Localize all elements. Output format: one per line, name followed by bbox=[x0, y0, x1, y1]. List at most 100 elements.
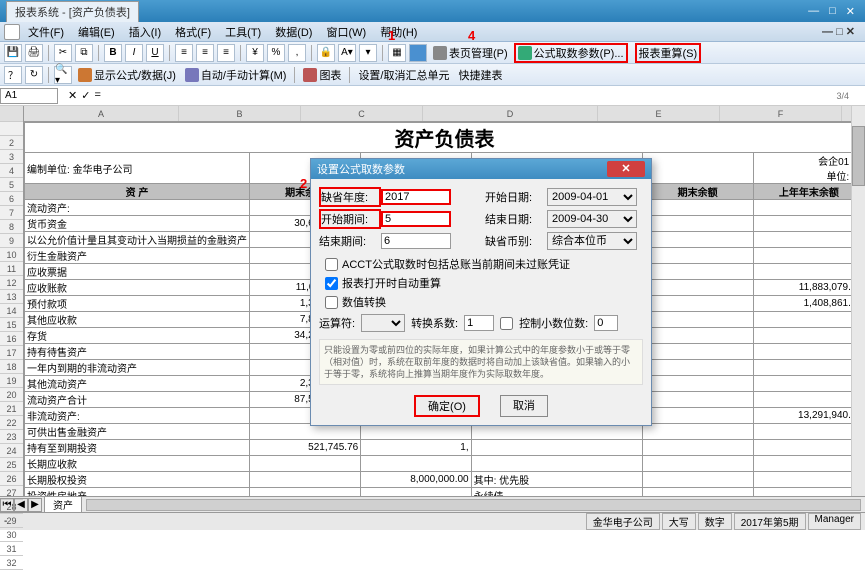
acct-checkbox[interactable] bbox=[325, 258, 338, 271]
menu-window[interactable]: 窗口(W) bbox=[320, 22, 372, 42]
toolbar-main: 💾 🖨 ✂ ⧉ B I U ≡ ≡ ≡ ¥ % , 🔒 A▾ ▾ ▦ 表页管理(… bbox=[0, 42, 865, 64]
menu-file[interactable]: 文件(F) bbox=[22, 22, 70, 42]
currency-icon[interactable]: ¥ bbox=[246, 44, 264, 62]
align-center-icon[interactable]: ≡ bbox=[196, 44, 214, 62]
window-buttons: — □ ✕ bbox=[804, 5, 859, 18]
bold-button[interactable]: B bbox=[104, 44, 122, 62]
status-num: 数字 bbox=[698, 513, 732, 530]
callout-4: 4 bbox=[468, 28, 475, 43]
status-period: 2017年第5期 bbox=[734, 513, 806, 530]
factor-input[interactable] bbox=[464, 315, 494, 331]
end-period-label: 结束期间: bbox=[319, 233, 381, 249]
dialog-close-icon[interactable]: ✕ bbox=[607, 161, 645, 177]
font-color-icon[interactable]: A▾ bbox=[338, 44, 356, 62]
menubar: 文件(F) 编辑(E) 插入(I) 格式(F) 工具(T) 数据(D) 窗口(W… bbox=[0, 22, 865, 42]
currency-label: 缺省币别: bbox=[485, 233, 547, 249]
minimize-icon[interactable]: — bbox=[804, 5, 823, 18]
window-tab[interactable]: 报表系统 - [资产负债表] bbox=[6, 1, 139, 22]
operator-select[interactable] bbox=[361, 314, 405, 332]
app-icon bbox=[4, 24, 20, 40]
close-icon[interactable]: ✕ bbox=[842, 5, 859, 18]
decimal-checkbox[interactable] bbox=[500, 317, 513, 330]
italic-button[interactable]: I bbox=[125, 44, 143, 62]
decimal-input[interactable] bbox=[594, 315, 618, 331]
row-headers: 2345678910111213141516171819202122232425… bbox=[0, 106, 24, 496]
menu-data[interactable]: 数据(D) bbox=[269, 22, 318, 42]
fx-equals-icon[interactable]: = bbox=[94, 89, 100, 102]
menu-insert[interactable]: 插入(I) bbox=[123, 22, 167, 42]
toolbar-secondary: ？ ↻ 🔍▾ 显示公式/数据(J) 自动/手动计算(M) 图表 设置/取消汇总单… bbox=[0, 64, 865, 86]
convert-checkbox[interactable] bbox=[325, 296, 338, 309]
end-period-input[interactable] bbox=[381, 233, 451, 249]
vertical-scrollbar[interactable] bbox=[851, 106, 865, 496]
tab-nav-next-icon[interactable]: ▶ bbox=[28, 498, 42, 512]
formula-toggle-icon bbox=[78, 68, 92, 82]
fx-icon bbox=[518, 46, 532, 60]
cancel-button[interactable]: 取消 bbox=[500, 395, 548, 417]
zoom-icon[interactable]: 🔍▾ bbox=[54, 66, 72, 84]
chart-button[interactable]: 图表 bbox=[300, 67, 344, 83]
confirm-edit-icon[interactable]: ✓ bbox=[81, 89, 90, 102]
dialog-hint: 只能设置为零或前四位的实际年度，如果计算公式中的年度参数小于或等于零（相对值）时… bbox=[319, 339, 643, 385]
start-date-label: 开始日期: bbox=[485, 189, 547, 205]
horizontal-scrollbar[interactable] bbox=[86, 499, 861, 511]
menu-format[interactable]: 格式(F) bbox=[169, 22, 217, 42]
currency-select[interactable]: 综合本位币 bbox=[547, 232, 637, 250]
set-cancel-button[interactable]: 设置/取消汇总单元 bbox=[355, 67, 452, 83]
fill-color-icon[interactable]: ▾ bbox=[359, 44, 377, 62]
name-box[interactable]: A1 bbox=[0, 88, 58, 104]
column-headers: A B C D E F bbox=[24, 106, 865, 122]
theme-icon[interactable] bbox=[409, 44, 427, 62]
ok-button[interactable]: 确定(O) bbox=[414, 395, 480, 417]
formula-param-dialog: 设置公式取数参数 ✕ 缺省年度: 开始期间: 结束期间: bbox=[310, 158, 652, 426]
auto-manual-button[interactable]: 自动/手动计算(M) bbox=[182, 67, 290, 83]
status-mode: 大写 bbox=[662, 513, 696, 530]
report-recalc-button[interactable]: 报表重算(S) bbox=[635, 43, 702, 63]
lock-icon[interactable]: 🔒 bbox=[317, 44, 335, 62]
status-bar: - 金华电子公司 大写 数字 2017年第5期 Manager bbox=[0, 512, 865, 530]
auto-recalc-checkbox[interactable] bbox=[325, 277, 338, 290]
table-row[interactable]: 持有至到期投资521,745.761, bbox=[25, 440, 865, 456]
copy-icon[interactable]: ⧉ bbox=[75, 44, 93, 62]
borders-icon[interactable]: ▦ bbox=[388, 44, 406, 62]
percent-icon[interactable]: % bbox=[267, 44, 285, 62]
comma-icon[interactable]: , bbox=[288, 44, 306, 62]
formula-param-button[interactable]: 公式取数参数(P)... bbox=[514, 43, 628, 63]
show-formula-button[interactable]: 显示公式/数据(J) bbox=[75, 67, 179, 83]
underline-button[interactable]: U bbox=[146, 44, 164, 62]
tab-nav-prev-icon[interactable]: ◀ bbox=[14, 498, 28, 512]
table-row[interactable]: 长期股权投资8,000,000.00其中: 优先股 bbox=[25, 472, 865, 488]
start-date-select[interactable]: 2009-04-01 bbox=[547, 188, 637, 206]
mdi-close-icon[interactable]: — □ ✕ bbox=[816, 25, 861, 38]
end-date-select[interactable]: 2009-04-30 bbox=[547, 210, 637, 228]
calc-mode-icon bbox=[185, 68, 199, 82]
save-icon[interactable]: 💾 bbox=[4, 44, 22, 62]
print-icon[interactable]: 🖨 bbox=[25, 44, 43, 62]
sheet-title: 资产负债表 bbox=[25, 123, 865, 153]
dialog-title: 设置公式取数参数 bbox=[317, 161, 405, 177]
menu-tools[interactable]: 工具(T) bbox=[219, 22, 267, 42]
help-icon[interactable]: ？ bbox=[4, 66, 22, 84]
start-period-label: 开始期间: bbox=[319, 209, 381, 229]
maximize-icon[interactable]: □ bbox=[825, 5, 840, 18]
menu-edit[interactable]: 编辑(E) bbox=[72, 22, 121, 42]
refresh-icon[interactable]: ↻ bbox=[25, 66, 43, 84]
tab-nav-first-icon[interactable]: ⏮ bbox=[0, 498, 14, 512]
table-row[interactable]: 长期应收款 bbox=[25, 456, 865, 472]
page-icon bbox=[433, 46, 447, 60]
cut-icon[interactable]: ✂ bbox=[54, 44, 72, 62]
year-input[interactable] bbox=[381, 189, 451, 205]
sheet-tab-assets[interactable]: 资产 bbox=[44, 496, 82, 513]
start-period-input[interactable] bbox=[381, 211, 451, 227]
align-right-icon[interactable]: ≡ bbox=[217, 44, 235, 62]
page-setup-button[interactable]: 表页管理(P) bbox=[430, 45, 511, 61]
callout-2: 2 bbox=[300, 176, 307, 191]
quick-table-button[interactable]: 快捷建表 bbox=[456, 67, 506, 83]
align-left-icon[interactable]: ≡ bbox=[175, 44, 193, 62]
cancel-edit-icon[interactable]: ✕ bbox=[68, 89, 77, 102]
end-date-label: 结束日期: bbox=[485, 211, 547, 227]
status-user: Manager bbox=[808, 513, 861, 530]
table-row[interactable]: 投资性房地产永续债 bbox=[25, 488, 865, 497]
menu-help[interactable]: 帮助(H) bbox=[374, 22, 423, 42]
chart-icon bbox=[303, 68, 317, 82]
